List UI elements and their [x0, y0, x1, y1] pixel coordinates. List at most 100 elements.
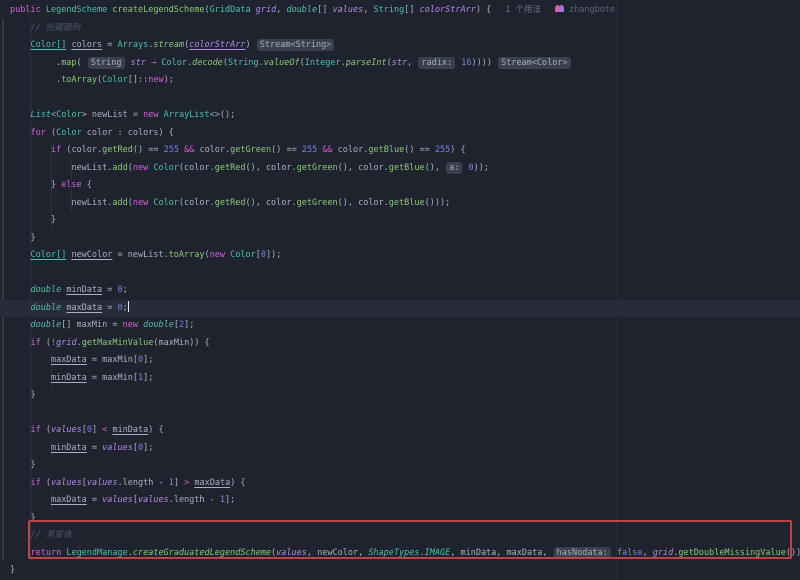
code-token: parseInt: [346, 58, 387, 68]
code-line-27[interactable]: }: [0, 457, 800, 475]
code-line-1[interactable]: public LegendScheme createLegendScheme(G…: [0, 2, 800, 20]
code-token: return: [30, 548, 61, 558]
code-token: public: [10, 5, 41, 15]
code-token: [10, 145, 51, 155]
code-token: grid: [256, 5, 276, 15]
code-token: values: [276, 548, 307, 558]
code-line-14[interactable]: }: [0, 230, 800, 248]
code-line-16[interactable]: [0, 265, 800, 283]
code-token: getDoubleMissingValue: [678, 548, 785, 558]
code-token: Color: [56, 110, 82, 120]
code-token: grid: [653, 548, 673, 558]
code-line-9[interactable]: if (color.getRed() == 255 && color.getGr…: [0, 142, 800, 160]
code-token: (), color.: [245, 163, 296, 173]
code-token: Integer: [305, 58, 341, 68]
code-token: 16: [461, 58, 471, 68]
code-token: Arrays: [118, 40, 149, 50]
code-token: ]);: [266, 250, 281, 260]
code-line-28[interactable]: if (values[values.length - 1] > maxData)…: [0, 475, 800, 493]
code-token: [] maxMin =: [61, 320, 122, 330]
code-line-2[interactable]: // 创建图例: [0, 20, 800, 38]
code-line-13[interactable]: }: [0, 212, 800, 230]
code-line-32[interactable]: return LegendManage.createGraduatedLegen…: [0, 545, 800, 563]
code-token: [10, 355, 51, 365]
code-token: .: [10, 75, 61, 85]
code-token: <>();: [210, 110, 236, 120]
inlay-hint[interactable]: Stream<Color>: [498, 57, 571, 69]
code-token: [10, 285, 30, 295]
code-token: (),: [425, 163, 445, 173]
code-token: ,: [450, 548, 460, 558]
code-token: =: [102, 303, 117, 313]
code-token: =: [87, 495, 102, 505]
code-line-3[interactable]: Color[] colors = Arrays.stream(colorStrA…: [0, 37, 800, 55]
code-line-29[interactable]: maxData = values[values.length - 1];: [0, 492, 800, 510]
code-line-30[interactable]: }: [0, 510, 800, 528]
code-token: []: [404, 5, 419, 15]
code-line-22[interactable]: minData = maxMin[1];: [0, 370, 800, 388]
code-token: false: [617, 548, 643, 558]
code-line-19[interactable]: double[] maxMin = new double[2];: [0, 317, 800, 335]
inlay-hint[interactable]: a:: [446, 162, 462, 174]
code-line-15[interactable]: Color[] newColor = newList.toArray(new C…: [0, 247, 800, 265]
code-line-33[interactable]: }: [0, 562, 800, 580]
code-token: ) {: [450, 145, 465, 155]
code-line-18[interactable]: double maxData = 0;: [0, 300, 800, 318]
code-line-23[interactable]: }: [0, 387, 800, 405]
code-line-17[interactable]: double minData = 0;: [0, 282, 800, 300]
inlay-hint[interactable]: String: [88, 57, 125, 69]
code-line-24[interactable]: [0, 405, 800, 423]
code-token: [10, 373, 51, 383]
code-token: grid: [56, 338, 76, 348]
code-token: (: [46, 128, 56, 138]
code-line-21[interactable]: maxData = maxMin[0];: [0, 352, 800, 370]
author-users-icon: [555, 4, 566, 13]
code-token: new: [210, 250, 225, 260]
code-token: if: [30, 478, 40, 488]
code-token: ];: [143, 443, 153, 453]
code-token: (color.: [179, 163, 215, 173]
code-token: (), color.: [338, 198, 389, 208]
author-inlay[interactable]: zhangbote: [569, 5, 615, 15]
code-token: colors: [71, 40, 102, 50]
inlay-hint[interactable]: Stream<String>: [257, 39, 335, 51]
code-token: valueOf: [264, 58, 300, 68]
code-token: getBlue: [389, 163, 425, 173]
text-caret: [128, 301, 129, 312]
code-line-26[interactable]: minData = values[0];: [0, 440, 800, 458]
code-token: }: [10, 460, 36, 470]
inlay-hint[interactable]: hasNodata:: [554, 547, 611, 559]
code-line-31[interactable]: // 渐变值: [0, 527, 800, 545]
code-line-5[interactable]: .toArray(Color[]::new);: [0, 72, 800, 90]
code-token: () ==: [404, 145, 435, 155]
code-line-25[interactable]: if (values[0] < minData) {: [0, 422, 800, 440]
code-token: colorStrArr: [420, 5, 476, 15]
code-line-12[interactable]: newList.add(new Color(color.getRed(), co…: [0, 195, 800, 213]
usages-inlay[interactable]: 1 个用法: [505, 5, 541, 15]
code-line-11[interactable]: } else {: [0, 177, 800, 195]
code-token: ) {: [230, 478, 245, 488]
code-line-20[interactable]: if (!grid.getMaxMinValue(maxMin)) {: [0, 335, 800, 353]
code-token: =: [87, 443, 102, 453]
code-token: (: [41, 425, 51, 435]
code-line-7[interactable]: List<Color> newList = new ArrayList<>();: [0, 107, 800, 125]
code-token: =: [102, 40, 117, 50]
code-line-6[interactable]: [0, 90, 800, 108]
code-line-10[interactable]: newList.add(new Color(color.getRed(), co…: [0, 160, 800, 178]
inlay-hint[interactable]: radix:: [418, 57, 455, 69]
code-token: colorStrArr: [189, 40, 245, 50]
code-token: , newColor,: [307, 548, 368, 558]
code-token: [10, 320, 30, 330]
code-token: color.: [194, 145, 230, 155]
code-token: getRed: [215, 198, 246, 208]
code-line-8[interactable]: for (Color color : colors) {: [0, 125, 800, 143]
code-token: ()));: [425, 198, 451, 208]
code-token: ];: [143, 373, 153, 383]
code-area[interactable]: public LegendScheme createLegendScheme(G…: [0, 2, 800, 580]
code-token: getRed: [215, 163, 246, 173]
code-token: =: [102, 285, 117, 295]
code-line-4[interactable]: .map( String str → Color.decode(String.v…: [0, 55, 800, 73]
code-token: getGreen: [297, 198, 338, 208]
code-token: ArrayList: [164, 110, 210, 120]
code-token: color.: [333, 145, 369, 155]
